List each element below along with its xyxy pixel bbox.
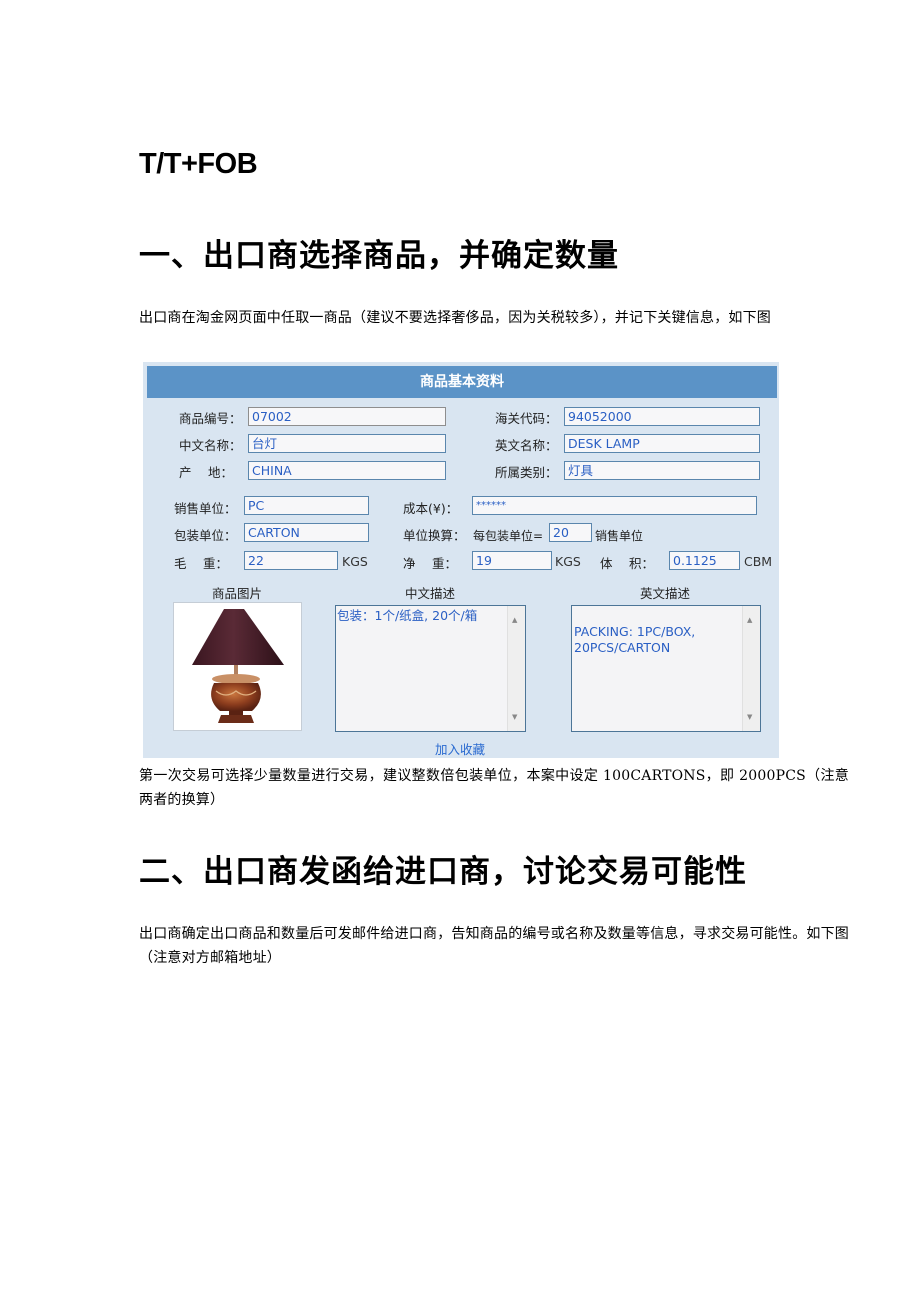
en-name-field[interactable]: DESK LAMP — [564, 434, 760, 453]
category-label: 所属类别： — [495, 465, 558, 480]
product-no-field[interactable]: 07002 — [248, 407, 446, 426]
per-pack-label: 每包装单位= — [473, 529, 544, 543]
cn-desc-scrollbar[interactable]: ▲ ▼ — [507, 606, 525, 731]
volume-unit: CBM — [744, 554, 773, 569]
net-weight-unit: KGS — [555, 554, 581, 569]
cn-desc-textarea[interactable]: 包装：1个/纸盒, 20个/箱 ▲ ▼ — [335, 605, 526, 732]
section1-heading: 一、出口商选择商品，并确定数量 — [139, 238, 619, 274]
net-weight-field[interactable]: 19 — [472, 551, 552, 570]
section1-intro: 出口商在淘金网页面中任取一商品（建议不要选择奢侈品，因为关税较多），并记下关键信… — [139, 310, 771, 326]
scroll-down-icon[interactable]: ▼ — [512, 709, 517, 725]
product-no-label: 商品编号： — [179, 411, 242, 426]
en-desc-scrollbar[interactable]: ▲ ▼ — [742, 606, 760, 731]
cost-label: 成本(¥)： — [403, 501, 459, 516]
section1-after: 第一次交易可选择少量数量进行交易，建议整数倍包装单位，本案中设定 100CART… — [139, 768, 849, 808]
customs-code-field[interactable]: 94052000 — [564, 407, 760, 426]
customs-code-label: 海关代码： — [495, 411, 558, 426]
per-pack-suffix: 销售单位 — [595, 529, 644, 543]
sales-unit-label: 销售单位： — [174, 501, 237, 516]
per-pack-qty-field[interactable]: 20 — [549, 523, 592, 542]
volume-field[interactable]: 0.1125 — [669, 551, 740, 570]
product-image — [173, 602, 302, 731]
en-name-label: 英文名称： — [495, 438, 558, 453]
product-info-panel: 商品基本资料 商品编号： 07002 海关代码： 94052000 中文名称： … — [143, 362, 779, 758]
add-to-favorites-link[interactable]: 加入收藏 — [435, 739, 485, 758]
cn-desc-text: 包装：1个/纸盒, 20个/箱 — [337, 608, 478, 623]
category-field[interactable]: 灯具 — [564, 461, 760, 480]
conversion-label: 单位换算： — [403, 528, 466, 543]
document-title: T/T+FOB — [139, 148, 258, 180]
en-desc-textarea[interactable]: PACKING: 1PC/BOX, 20PCS/CARTON ▲ ▼ — [571, 605, 761, 732]
cost-field[interactable]: ****** — [472, 496, 757, 515]
scroll-down-icon[interactable]: ▼ — [747, 709, 752, 725]
volume-label: 体 积： — [600, 556, 654, 571]
sales-unit-field[interactable]: PC — [244, 496, 369, 515]
desk-lamp-image — [192, 609, 284, 723]
section2-intro: 出口商确定出口商品和数量后可发邮件给进口商，告知商品的编号或名称及数量等信息，寻… — [139, 926, 849, 966]
cn-name-field[interactable]: 台灯 — [248, 434, 446, 453]
scroll-up-icon[interactable]: ▲ — [747, 612, 752, 628]
cn-name-label: 中文名称： — [179, 438, 242, 453]
cn-desc-label: 中文描述 — [405, 586, 456, 601]
origin-field[interactable]: CHINA — [248, 461, 446, 480]
section2-heading: 二、出口商发函给进口商，讨论交易可能性 — [139, 854, 747, 890]
gross-weight-unit: KGS — [342, 554, 368, 569]
origin-label: 产 地： — [179, 465, 233, 480]
scroll-up-icon[interactable]: ▲ — [512, 612, 517, 628]
pack-unit-label: 包装单位： — [174, 528, 237, 543]
gross-weight-field[interactable]: 22 — [244, 551, 338, 570]
pack-unit-field[interactable]: CARTON — [244, 523, 369, 542]
net-weight-label: 净 重： — [403, 556, 457, 571]
image-label: 商品图片 — [212, 586, 263, 601]
gross-weight-label: 毛 重： — [174, 556, 228, 571]
en-desc-text: PACKING: 1PC/BOX, 20PCS/CARTON — [574, 624, 696, 655]
panel-header: 商品基本资料 — [147, 366, 777, 398]
en-desc-label: 英文描述 — [640, 586, 691, 601]
